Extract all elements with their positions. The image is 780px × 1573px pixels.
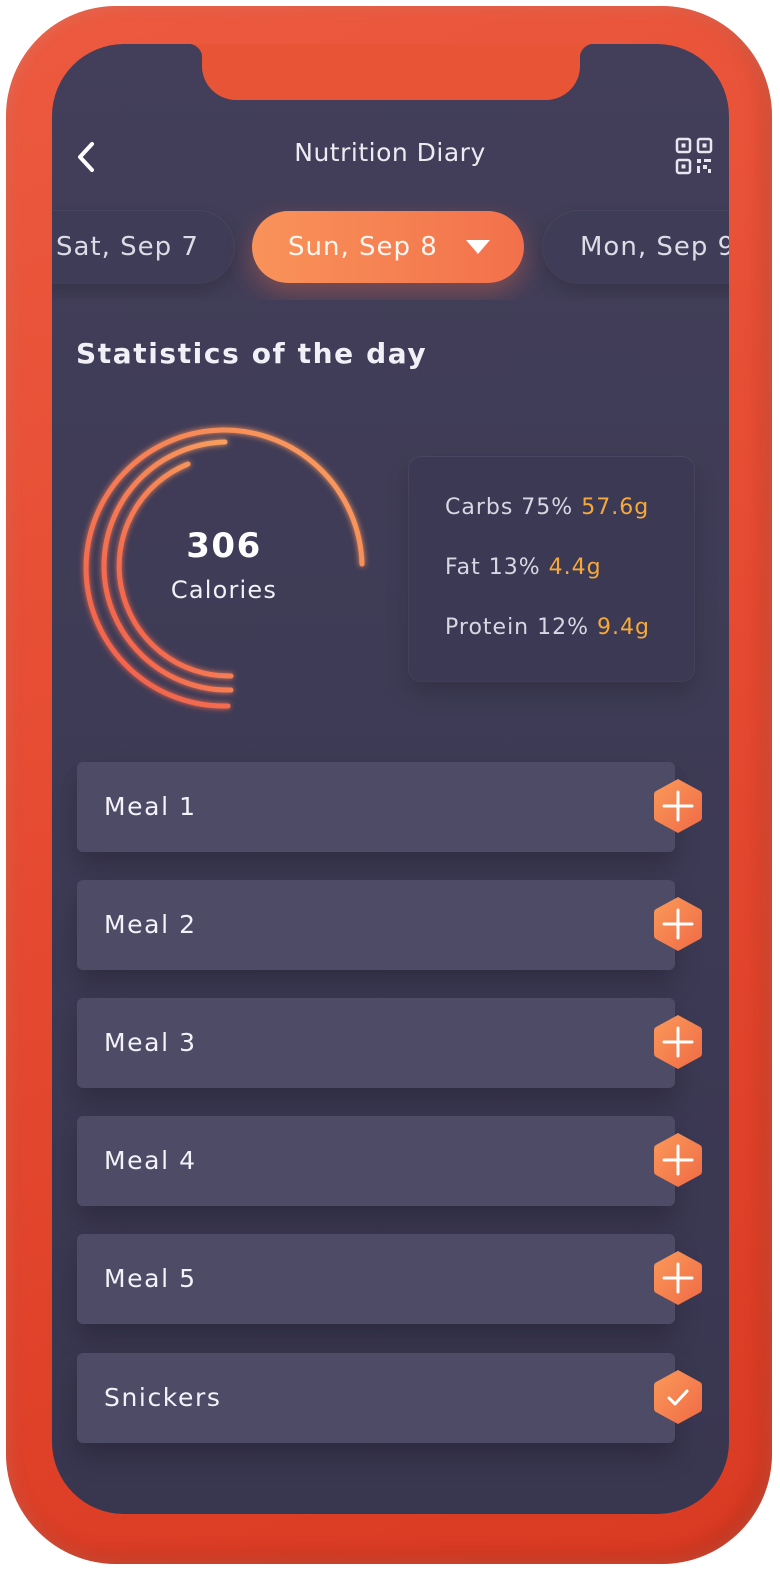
ring-arc-protein bbox=[116, 461, 234, 679]
meal-label: Snickers bbox=[104, 1383, 222, 1412]
date-next-button[interactable]: Mon, Sep 9 bbox=[543, 211, 729, 283]
calories-value: 306 bbox=[186, 526, 262, 566]
macro-amount: 9.4g bbox=[597, 615, 650, 640]
add-meal-button[interactable] bbox=[652, 895, 704, 953]
date-next-label: Mon, Sep 9 bbox=[580, 232, 729, 262]
ring-arc-carbs bbox=[83, 427, 365, 709]
ring-arc-fat bbox=[101, 439, 234, 693]
meal-row-snickers[interactable]: Snickers bbox=[77, 1353, 702, 1443]
qr-code-icon bbox=[675, 137, 713, 175]
meal-row-5[interactable]: Meal 5 bbox=[77, 1234, 702, 1324]
meal-done-button[interactable] bbox=[652, 1368, 704, 1426]
add-meal-button[interactable] bbox=[652, 1013, 704, 1071]
macro-label: Fat 13% bbox=[445, 555, 541, 580]
add-meal-button[interactable] bbox=[652, 1249, 704, 1307]
date-selector: Sat, Sep 7 Sun, Sep 8 Mon, Sep 9 bbox=[52, 200, 729, 300]
meal-label: Meal 2 bbox=[104, 910, 197, 939]
add-meal-button[interactable] bbox=[652, 777, 704, 835]
date-prev-label: Sat, Sep 7 bbox=[56, 232, 199, 262]
meal-row-2[interactable]: Meal 2 bbox=[77, 880, 702, 970]
chevron-left-icon bbox=[78, 142, 94, 172]
meal-label: Meal 1 bbox=[104, 792, 197, 821]
macro-amount: 57.6g bbox=[581, 495, 650, 520]
macro-row-fat: Fat 13% 4.4g bbox=[445, 555, 602, 580]
meal-label: Meal 5 bbox=[104, 1264, 197, 1293]
calories-label: Calories bbox=[170, 576, 278, 604]
meal-row-1[interactable]: Meal 1 bbox=[77, 762, 702, 852]
meal-row-3[interactable]: Meal 3 bbox=[77, 998, 702, 1088]
phone-notch bbox=[188, 44, 594, 100]
caret-down-icon bbox=[466, 240, 490, 254]
meal-label: Meal 4 bbox=[104, 1146, 197, 1175]
macro-amount: 4.4g bbox=[548, 555, 602, 580]
calories-ring bbox=[83, 427, 365, 709]
meal-row-4[interactable]: Meal 4 bbox=[77, 1116, 702, 1206]
date-current-label: Sun, Sep 8 bbox=[288, 232, 438, 262]
macro-row-carbs: Carbs 75% 57.6g bbox=[445, 495, 649, 520]
macro-label: Protein 12% bbox=[445, 615, 590, 640]
section-title: Statistics of the day bbox=[76, 337, 428, 370]
qr-code-button[interactable] bbox=[674, 136, 714, 176]
date-current-button[interactable]: Sun, Sep 8 bbox=[252, 211, 524, 283]
date-prev-button[interactable]: Sat, Sep 7 bbox=[52, 211, 234, 283]
page-title: Nutrition Diary bbox=[294, 138, 486, 167]
meal-label: Meal 3 bbox=[104, 1028, 197, 1057]
macro-row-protein: Protein 12% 9.4g bbox=[445, 615, 650, 640]
macro-label: Carbs 75% bbox=[445, 495, 574, 520]
macros-card: Carbs 75% 57.6g Fat 13% 4.4g Protein 12%… bbox=[409, 457, 694, 681]
back-button[interactable] bbox=[70, 136, 106, 178]
add-meal-button[interactable] bbox=[652, 1131, 704, 1189]
